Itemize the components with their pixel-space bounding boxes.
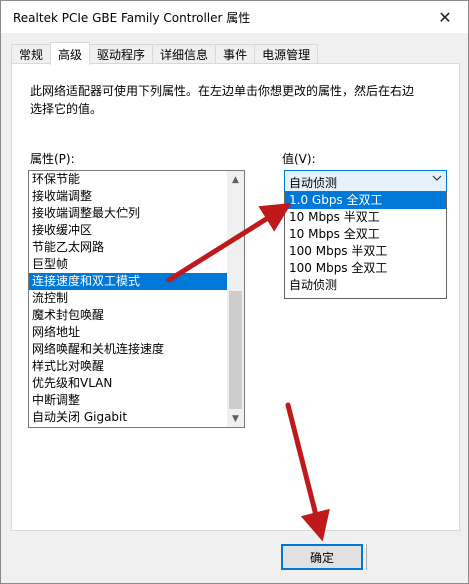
property-list[interactable]: 环保节能 接收端调整 接收端调整最大伫列 接收缓冲区 节能乙太网路 巨型帧 连接… [28,170,245,428]
dropdown-option[interactable]: 自动侦测 [285,277,446,294]
dropdown-option-highlighted[interactable]: 1.0 Gbps 全双工 [285,192,446,209]
tab-driver[interactable]: 驱动程序 [89,44,154,64]
combo-current-value: 自动侦测 [289,176,338,190]
list-item[interactable]: 接收缓冲区 [29,222,229,239]
tab-events[interactable]: 事件 [215,44,256,64]
list-item[interactable]: 自动关闭 Gigabit [29,409,229,426]
dropdown-option[interactable]: 100 Mbps 全双工 [285,260,446,277]
list-item[interactable]: 节能乙太网路 [29,239,229,256]
description-text: 此网络适配器可使用下列属性。在左边单击你想更改的属性，然后在右边选择它的值。 [30,84,415,116]
value-label: 值(V): [282,152,316,166]
next-button-edge [366,544,373,570]
list-item[interactable]: 接收端调整 [29,188,229,205]
list-item[interactable]: 中断调整 [29,392,229,409]
scroll-down-icon[interactable]: ▼ [227,410,244,427]
tab-power-management[interactable]: 电源管理 [254,44,319,64]
dropdown-option[interactable]: 10 Mbps 半双工 [285,209,446,226]
title-bar: Realtek PCIe GBE Family Controller 属性 ✕ [1,1,468,33]
list-item[interactable]: 网络地址 [29,324,229,341]
properties-dialog: Realtek PCIe GBE Family Controller 属性 ✕ … [0,0,469,584]
close-icon: ✕ [438,7,452,27]
list-item[interactable]: 优先级和VLAN [29,375,229,392]
list-item-selected[interactable]: 连接速度和双工模式 [29,273,229,290]
value-dropdown-list[interactable]: 1.0 Gbps 全双工 10 Mbps 半双工 10 Mbps 全双工 100… [284,191,447,299]
tab-details[interactable]: 详细信息 [152,44,217,64]
advanced-panel: 此网络适配器可使用下列属性。在左边单击你想更改的属性，然后在右边选择它的值。 属… [11,63,460,531]
dropdown-option[interactable]: 100 Mbps 半双工 [285,243,446,260]
tab-general[interactable]: 常规 [11,44,52,64]
chevron-down-icon[interactable] [432,173,442,186]
list-item[interactable]: 样式比对唤醒 [29,358,229,375]
list-item[interactable]: 魔术封包唤醒 [29,307,229,324]
vertical-scrollbar[interactable]: ▲ ▼ [227,171,244,427]
list-item[interactable]: 流控制 [29,290,229,307]
dropdown-option[interactable]: 10 Mbps 全双工 [285,226,446,243]
scroll-thumb[interactable] [229,291,242,409]
value-combobox[interactable]: 自动侦测 [284,170,447,192]
close-button[interactable]: ✕ [422,1,468,33]
property-label: 属性(P): [30,152,75,166]
tab-strip: 常规 高级 驱动程序 详细信息 事件 电源管理 [11,42,319,65]
ok-button[interactable]: 确定 [281,544,363,570]
window-title: Realtek PCIe GBE Family Controller 属性 [13,11,251,25]
list-item[interactable]: 网络唤醒和关机连接速度 [29,341,229,358]
list-item[interactable]: 环保节能 [29,171,229,188]
list-item[interactable]: 接收端调整最大伫列 [29,205,229,222]
tab-advanced[interactable]: 高级 [50,42,91,65]
scroll-up-icon[interactable]: ▲ [227,171,244,188]
list-item[interactable]: 巨型帧 [29,256,229,273]
